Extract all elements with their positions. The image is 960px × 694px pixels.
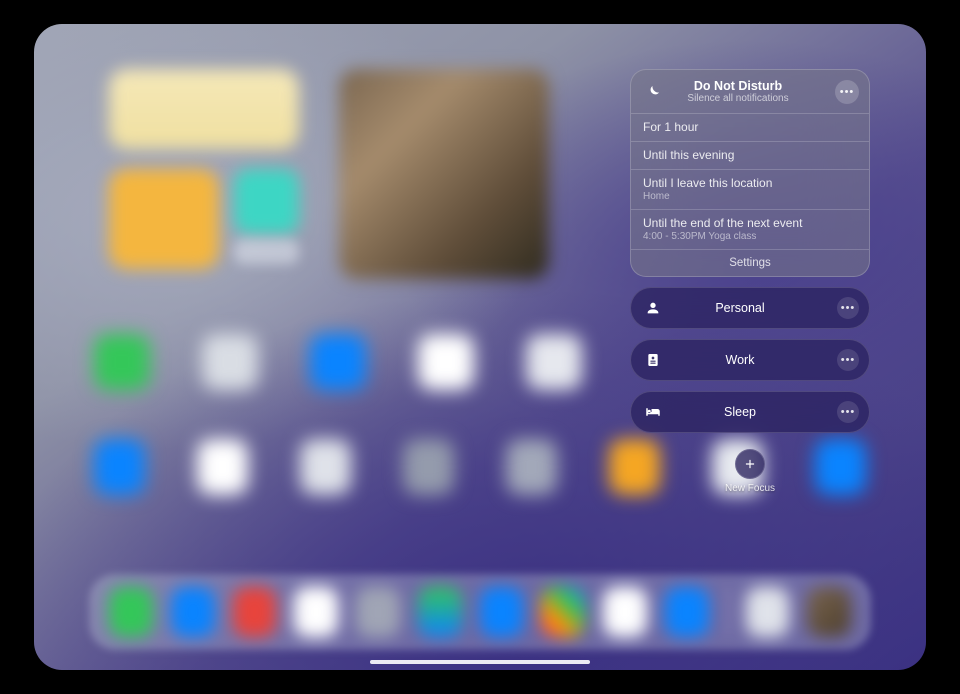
new-focus-label: New Focus bbox=[725, 483, 775, 494]
widget-teal-label-blur bbox=[234, 239, 299, 264]
dnd-option-event[interactable]: Until the end of the next event 4:00 - 5… bbox=[631, 209, 869, 249]
dnd-option-sublabel: Home bbox=[643, 191, 857, 202]
focus-pill-personal[interactable]: Personal ••• bbox=[630, 287, 870, 329]
dnd-title-wrap: Do Not Disturb Silence all notifications bbox=[649, 79, 827, 104]
focus-pill-label: Personal bbox=[643, 301, 837, 315]
dock-blur bbox=[89, 574, 871, 650]
dnd-option-label: Until I leave this location bbox=[643, 176, 857, 190]
plus-icon bbox=[735, 449, 765, 479]
dnd-option-label: Until the end of the next event bbox=[643, 216, 857, 230]
focus-pill-label: Work bbox=[643, 353, 837, 367]
dnd-settings-button[interactable]: Settings bbox=[631, 249, 869, 276]
dnd-options-list: For 1 hour Until this evening Until I le… bbox=[631, 113, 869, 276]
widget-orange-blur bbox=[109, 169, 219, 269]
new-focus-button[interactable]: New Focus bbox=[630, 449, 870, 494]
focus-pill-label: Sleep bbox=[643, 405, 837, 419]
dnd-option-evening[interactable]: Until this evening bbox=[631, 141, 869, 169]
focus-pill-more-button[interactable]: ••• bbox=[837, 297, 859, 319]
screen: Do Not Disturb Silence all notifications… bbox=[34, 24, 926, 670]
dnd-option-location[interactable]: Until I leave this location Home bbox=[631, 169, 869, 209]
dnd-title: Do Not Disturb bbox=[649, 79, 827, 93]
dnd-card: Do Not Disturb Silence all notifications… bbox=[630, 69, 870, 277]
ipad-frame: Do Not Disturb Silence all notifications… bbox=[0, 0, 960, 694]
dnd-more-button[interactable]: ••• bbox=[835, 80, 859, 104]
focus-pill-work[interactable]: Work ••• bbox=[630, 339, 870, 381]
dnd-option-label: For 1 hour bbox=[643, 120, 857, 134]
photos-widget-blur bbox=[339, 69, 549, 279]
focus-pill-more-button[interactable]: ••• bbox=[837, 349, 859, 371]
focus-pill-sleep[interactable]: Sleep ••• bbox=[630, 391, 870, 433]
focus-panel: Do Not Disturb Silence all notifications… bbox=[630, 69, 870, 494]
dnd-option-sublabel: 4:00 - 5:30PM Yoga class bbox=[643, 231, 857, 242]
dnd-option-1hour[interactable]: For 1 hour bbox=[631, 113, 869, 141]
notes-widget-blur bbox=[109, 69, 299, 149]
dnd-option-label: Until this evening bbox=[643, 148, 857, 162]
dnd-header: Do Not Disturb Silence all notifications… bbox=[631, 70, 869, 113]
dnd-subtitle: Silence all notifications bbox=[649, 93, 827, 104]
focus-pill-more-button[interactable]: ••• bbox=[837, 401, 859, 423]
home-indicator[interactable] bbox=[370, 660, 590, 665]
widget-teal-blur bbox=[234, 169, 299, 234]
